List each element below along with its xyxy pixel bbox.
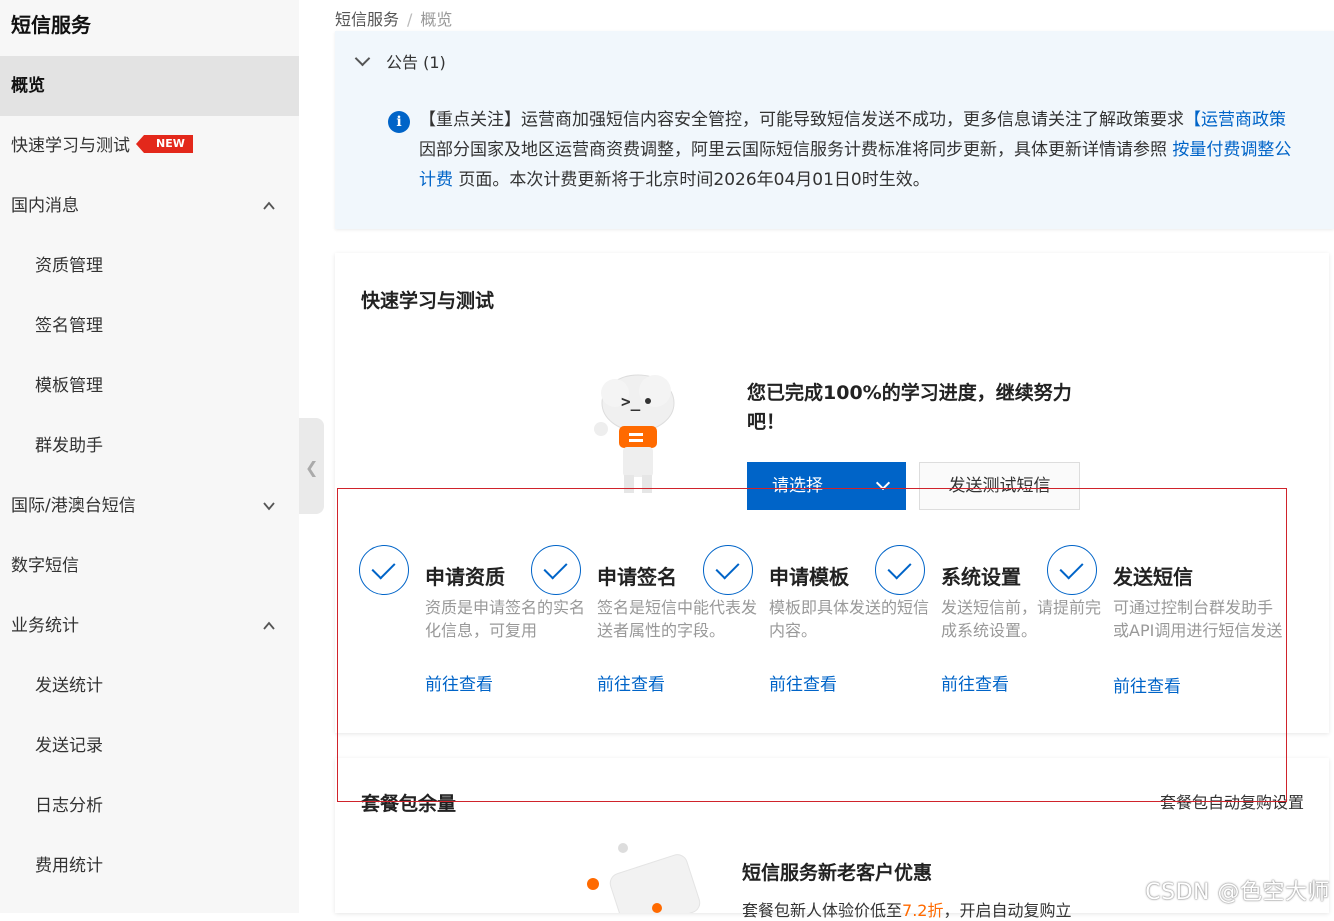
step-title: 发送短信 bbox=[1113, 565, 1193, 589]
sidebar-title: 短信服务 bbox=[11, 13, 91, 37]
step-title: 申请模板 bbox=[769, 565, 849, 589]
sidebar-item-overview[interactable]: 概览 bbox=[0, 56, 299, 116]
package-illustration bbox=[587, 843, 701, 913]
auto-repurchase-settings-link[interactable]: 套餐包自动复购设置 bbox=[1160, 789, 1304, 813]
sidebar-item-bulk-assistant[interactable]: 群发助手 bbox=[0, 416, 299, 476]
step-send-sms: 发送短信 可通过控制台群发助手或API调用进行短信发送 前往查看 bbox=[1047, 545, 1282, 705]
chevron-down-icon bbox=[875, 475, 891, 491]
promo-text-a: 套餐包新人体验价低至 bbox=[742, 901, 903, 920]
step-desc: 可通过控制台群发助手或API调用进行短信发送 bbox=[1113, 598, 1283, 640]
notice-toggle[interactable]: 公告 (1) bbox=[354, 49, 446, 73]
sidebar-item-label: 日志分析 bbox=[35, 796, 103, 816]
sidebar-item-label: 发送记录 bbox=[35, 736, 103, 756]
breadcrumb: 短信服务 / 概览 bbox=[335, 6, 452, 30]
select-label: 请选择 bbox=[772, 476, 823, 496]
breadcrumb-separator: / bbox=[407, 10, 413, 29]
sidebar-item-digital-sms[interactable]: 数字短信 bbox=[0, 536, 299, 596]
sidebar-item-cost-stats[interactable]: 费用统计 bbox=[0, 836, 299, 896]
sidebar-item-label: 签名管理 bbox=[35, 316, 103, 336]
promo-text-b: ，开启自动复购立 bbox=[943, 901, 1072, 920]
step-link[interactable]: 前往查看 bbox=[941, 670, 1009, 695]
step-title: 系统设置 bbox=[941, 565, 1021, 589]
sidebar-item-label: 发送统计 bbox=[35, 676, 103, 696]
check-circle-icon bbox=[1047, 545, 1097, 595]
notice-line2: 因部分国家及地区运营商资费调整，阿里云国际短信服务计费标准将同步更新，具体更新详… bbox=[419, 140, 1173, 160]
watermark: CSDN @色空大师 bbox=[1145, 880, 1330, 905]
chevron-up-icon bbox=[263, 201, 275, 210]
chevron-up-icon bbox=[263, 621, 275, 630]
sidebar-item-send-stats[interactable]: 发送统计 bbox=[0, 656, 299, 716]
notice-panel: 公告 (1) i 【重点关注】运营商加强短信内容安全管控，可能导致短信发送不成功… bbox=[335, 31, 1334, 229]
step-system-settings: 系统设置 发送短信前，请提前完成系统设置。 前往查看 bbox=[875, 545, 1101, 705]
info-icon: i bbox=[388, 111, 410, 133]
sidebar-item-label: 资质管理 bbox=[35, 256, 103, 276]
sidebar-item-quick-learn[interactable]: 快速学习与测试 NEW bbox=[0, 116, 299, 176]
breadcrumb-root[interactable]: 短信服务 bbox=[335, 10, 399, 29]
breadcrumb-current: 概览 bbox=[420, 10, 453, 29]
step-qualification: 申请资质 资质是申请签名的实名化信息，可复用 前往查看 bbox=[359, 545, 585, 705]
quick-learn-card: 快速学习与测试 >_ 您已完成100%的学习进度，继续努力吧！ 请选择 发送测试… bbox=[335, 253, 1329, 733]
send-test-sms-button[interactable]: 发送测试短信 bbox=[919, 462, 1080, 510]
sidebar-item-label: 国际/港澳台短信 bbox=[11, 496, 136, 516]
sidebar-item-signature[interactable]: 签名管理 bbox=[0, 296, 299, 356]
mascot-illustration: >_ bbox=[594, 374, 675, 493]
sidebar: 短信服务 概览 快速学习与测试 NEW 国内消息 资质管理 签名管理 模板管理 群… bbox=[0, 0, 299, 913]
check-circle-icon bbox=[359, 545, 409, 595]
notice-text: 【重点关注】运营商加强短信内容安全管控，可能导致短信发送不成功，更多信息请关注了… bbox=[419, 105, 1334, 205]
policy-link[interactable]: 【运营商政策 bbox=[1184, 110, 1286, 130]
step-link[interactable]: 前往查看 bbox=[425, 670, 493, 695]
check-circle-icon bbox=[875, 545, 925, 595]
step-link[interactable]: 前往查看 bbox=[1113, 672, 1181, 697]
notice-header: 公告 (1) bbox=[386, 53, 446, 72]
sidebar-item-label: 群发助手 bbox=[35, 436, 103, 456]
step-link[interactable]: 前往查看 bbox=[769, 670, 837, 695]
sidebar-item-domestic[interactable]: 国内消息 bbox=[0, 176, 299, 236]
svg-text:>_: >_ bbox=[621, 392, 641, 411]
sidebar-collapse-button[interactable]: ❮ bbox=[299, 418, 324, 514]
billing-link-cont[interactable]: 计费 bbox=[419, 170, 453, 190]
promo-title: 短信服务新老客户优惠 bbox=[742, 862, 933, 884]
select-dropdown[interactable]: 请选择 bbox=[747, 462, 906, 510]
sidebar-item-send-records[interactable]: 发送记录 bbox=[0, 716, 299, 776]
notice-tail: 页面。本次计费更新将于北京时间2026年04月01日0时生效。 bbox=[453, 170, 930, 190]
sidebar-item-label: 费用统计 bbox=[35, 856, 103, 876]
chevron-down-icon bbox=[354, 50, 371, 67]
sidebar-item-template[interactable]: 模板管理 bbox=[0, 356, 299, 416]
sidebar-item-international[interactable]: 国际/港澳台短信 bbox=[0, 476, 299, 536]
chevron-left-icon: ❮ bbox=[305, 458, 319, 477]
sidebar-item-statistics[interactable]: 业务统计 bbox=[0, 596, 299, 656]
promo-highlight: 7.2折 bbox=[902, 901, 944, 920]
promo-text: 套餐包新人体验价低至7.2折，开启自动复购立 bbox=[742, 897, 1071, 921]
sidebar-item-label: 模板管理 bbox=[35, 376, 103, 396]
progress-text: 您已完成100%的学习进度，继续努力吧！ bbox=[747, 382, 1072, 433]
billing-link[interactable]: 按量付费调整公 bbox=[1172, 140, 1291, 160]
step-title: 申请资质 bbox=[425, 565, 505, 589]
sidebar-item-label: 业务统计 bbox=[11, 616, 79, 636]
package-title: 套餐包余量 bbox=[361, 793, 457, 815]
check-circle-icon bbox=[531, 545, 581, 595]
quick-learn-title: 快速学习与测试 bbox=[361, 290, 495, 312]
sidebar-item-label: 数字短信 bbox=[11, 556, 79, 576]
sidebar-item-qualification[interactable]: 资质管理 bbox=[0, 236, 299, 296]
notice-lead: 【重点关注】运营商加强短信内容安全管控，可能导致短信发送不成功，更多信息请关注了… bbox=[419, 110, 1184, 130]
step-link[interactable]: 前往查看 bbox=[597, 670, 665, 695]
sidebar-item-label: 国内消息 bbox=[11, 196, 79, 216]
step-signature: 申请签名 签名是短信中能代表发送者属性的字段。 前往查看 bbox=[531, 545, 757, 705]
chevron-down-icon bbox=[263, 502, 275, 511]
sidebar-item-label: 概览 bbox=[11, 76, 45, 96]
new-badge: NEW bbox=[136, 135, 193, 153]
check-circle-icon bbox=[703, 545, 753, 595]
step-template: 申请模板 模板即具体发送的短信内容。 前往查看 bbox=[703, 545, 929, 705]
sidebar-item-label: 快速学习与测试 bbox=[11, 136, 130, 156]
sidebar-item-log-analysis[interactable]: 日志分析 bbox=[0, 776, 299, 836]
step-title: 申请签名 bbox=[597, 565, 677, 589]
